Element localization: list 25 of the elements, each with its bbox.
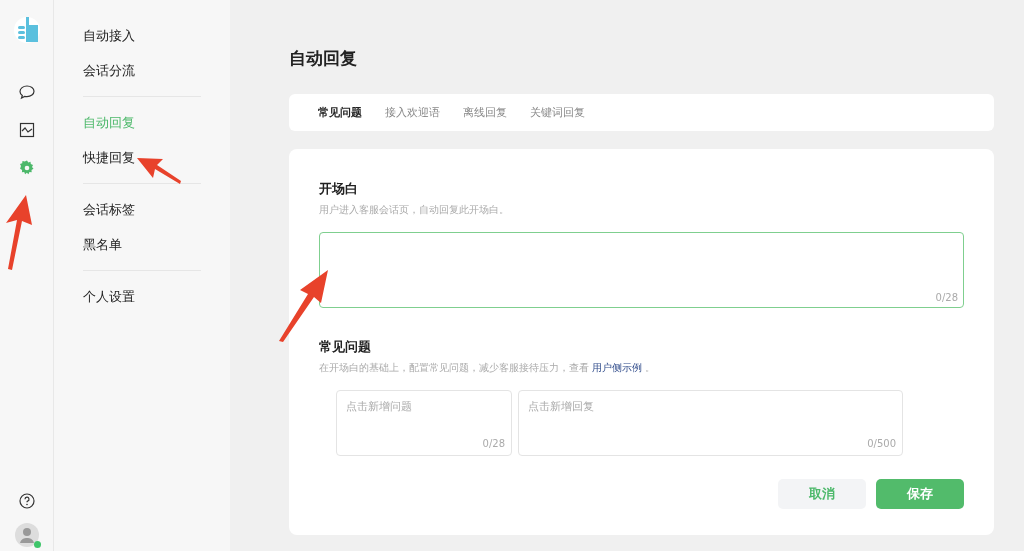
page-title: 自动回复 (289, 47, 358, 70)
tab[interactable]: 常见问题 (318, 104, 362, 121)
tab[interactable]: 接入欢迎语 (385, 104, 440, 121)
opening-text-field[interactable] (319, 231, 964, 308)
char-counter: 0/500 (867, 437, 896, 451)
menu-item[interactable]: 会话分流 (83, 53, 201, 88)
chat-icon[interactable] (18, 84, 35, 100)
section-title: 常见问题 (319, 337, 372, 356)
avatar-icon[interactable] (14, 523, 39, 547)
char-counter: 0/28 (482, 437, 505, 451)
char-counter: 0/28 (935, 290, 958, 305)
tab[interactable]: 离线回复 (463, 104, 507, 121)
menu-item[interactable]: 个人设置 (83, 279, 201, 314)
menu-item[interactable]: 会话标签 (83, 192, 201, 227)
thumbs-up-logo (12, 14, 41, 44)
chart-icon[interactable] (18, 122, 35, 138)
menu-item[interactable]: 快捷回复 (83, 140, 201, 175)
help-icon[interactable] (18, 493, 35, 509)
section-hint: 在开场白的基础上，配置常见问题，减少客服接待压力，查看 用户侧示例 。 (319, 361, 657, 375)
tab[interactable]: 关键词回复 (530, 104, 585, 121)
section-hint: 用户进入客服会话页，自动回复此开场白。 (319, 202, 510, 217)
menu-item[interactable]: 黑名单 (83, 227, 201, 262)
section-title: 开场白 (319, 180, 359, 198)
menu-item[interactable]: 自动接入 (83, 18, 201, 53)
example-link[interactable]: 用户侧示例 (592, 362, 643, 373)
